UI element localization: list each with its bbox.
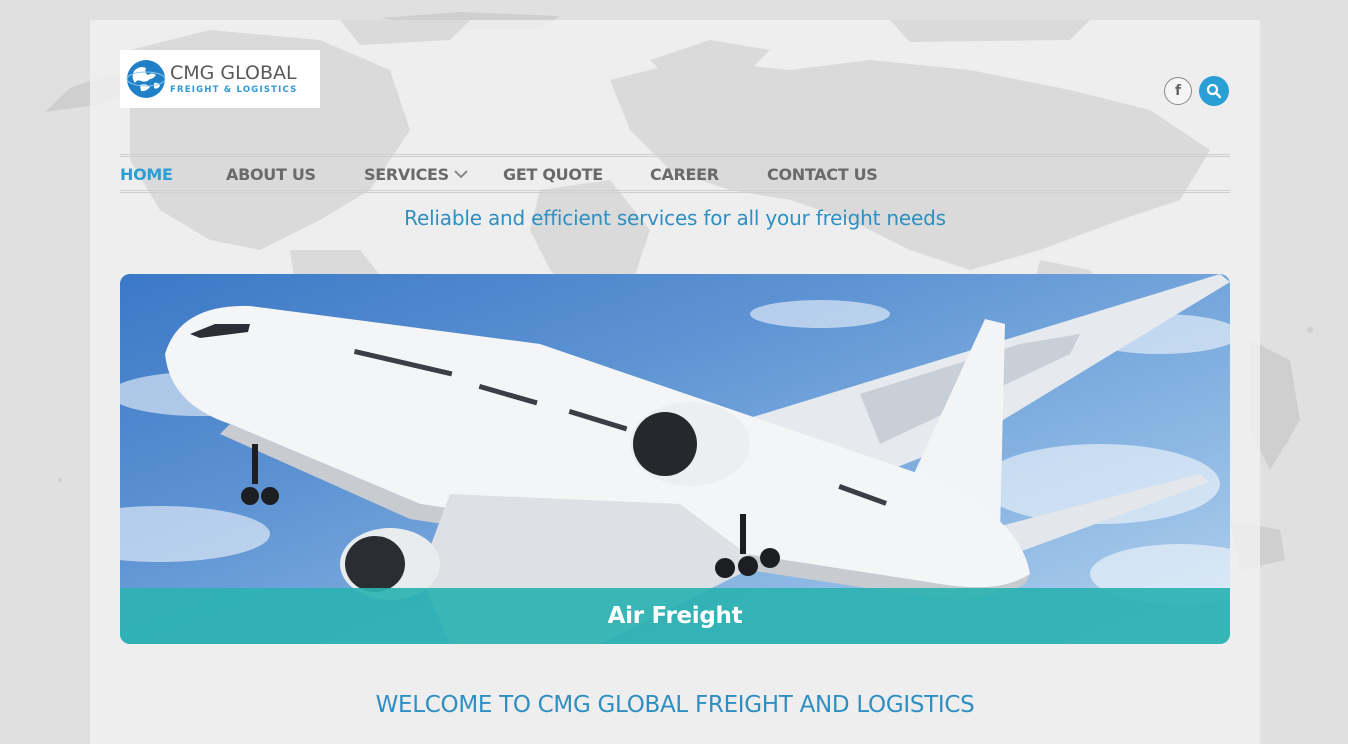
site-tagline: Reliable and efficient services for all … bbox=[404, 206, 946, 230]
globe-icon bbox=[126, 60, 166, 98]
hero-slider[interactable]: Air Freight bbox=[120, 274, 1230, 644]
main-container: CMG GLOBAL FREIGHT & LOGISTICS f HOME AB… bbox=[90, 20, 1260, 744]
slide-caption: Air Freight bbox=[607, 603, 743, 629]
nav-item-about-us[interactable]: ABOUT US bbox=[226, 165, 316, 184]
nav-item-home[interactable]: HOME bbox=[120, 165, 173, 184]
nav-item-services[interactable]: SERVICES bbox=[364, 165, 449, 184]
nav-item-contact-us[interactable]: CONTACT US bbox=[767, 165, 878, 184]
nav-item-get-quote[interactable]: GET QUOTE bbox=[503, 165, 603, 184]
facebook-icon: f bbox=[1174, 83, 1182, 99]
main-navigation: HOME ABOUT US SERVICES GET QUOTE CAREER … bbox=[120, 154, 1230, 193]
brand-subtitle: FREIGHT & LOGISTICS bbox=[170, 84, 298, 95]
chevron-down-icon[interactable] bbox=[453, 166, 469, 182]
search-icon bbox=[1206, 83, 1222, 99]
slide-caption-bar: Air Freight bbox=[120, 588, 1230, 644]
nav-item-career[interactable]: CAREER bbox=[650, 165, 719, 184]
welcome-heading: WELCOME TO CMG GLOBAL FREIGHT AND LOGIST… bbox=[375, 692, 975, 718]
brand-name: CMG GLOBAL bbox=[170, 61, 297, 84]
site-logo[interactable]: CMG GLOBAL FREIGHT & LOGISTICS bbox=[120, 50, 320, 108]
search-button[interactable] bbox=[1199, 76, 1229, 106]
facebook-button[interactable]: f bbox=[1164, 77, 1192, 105]
